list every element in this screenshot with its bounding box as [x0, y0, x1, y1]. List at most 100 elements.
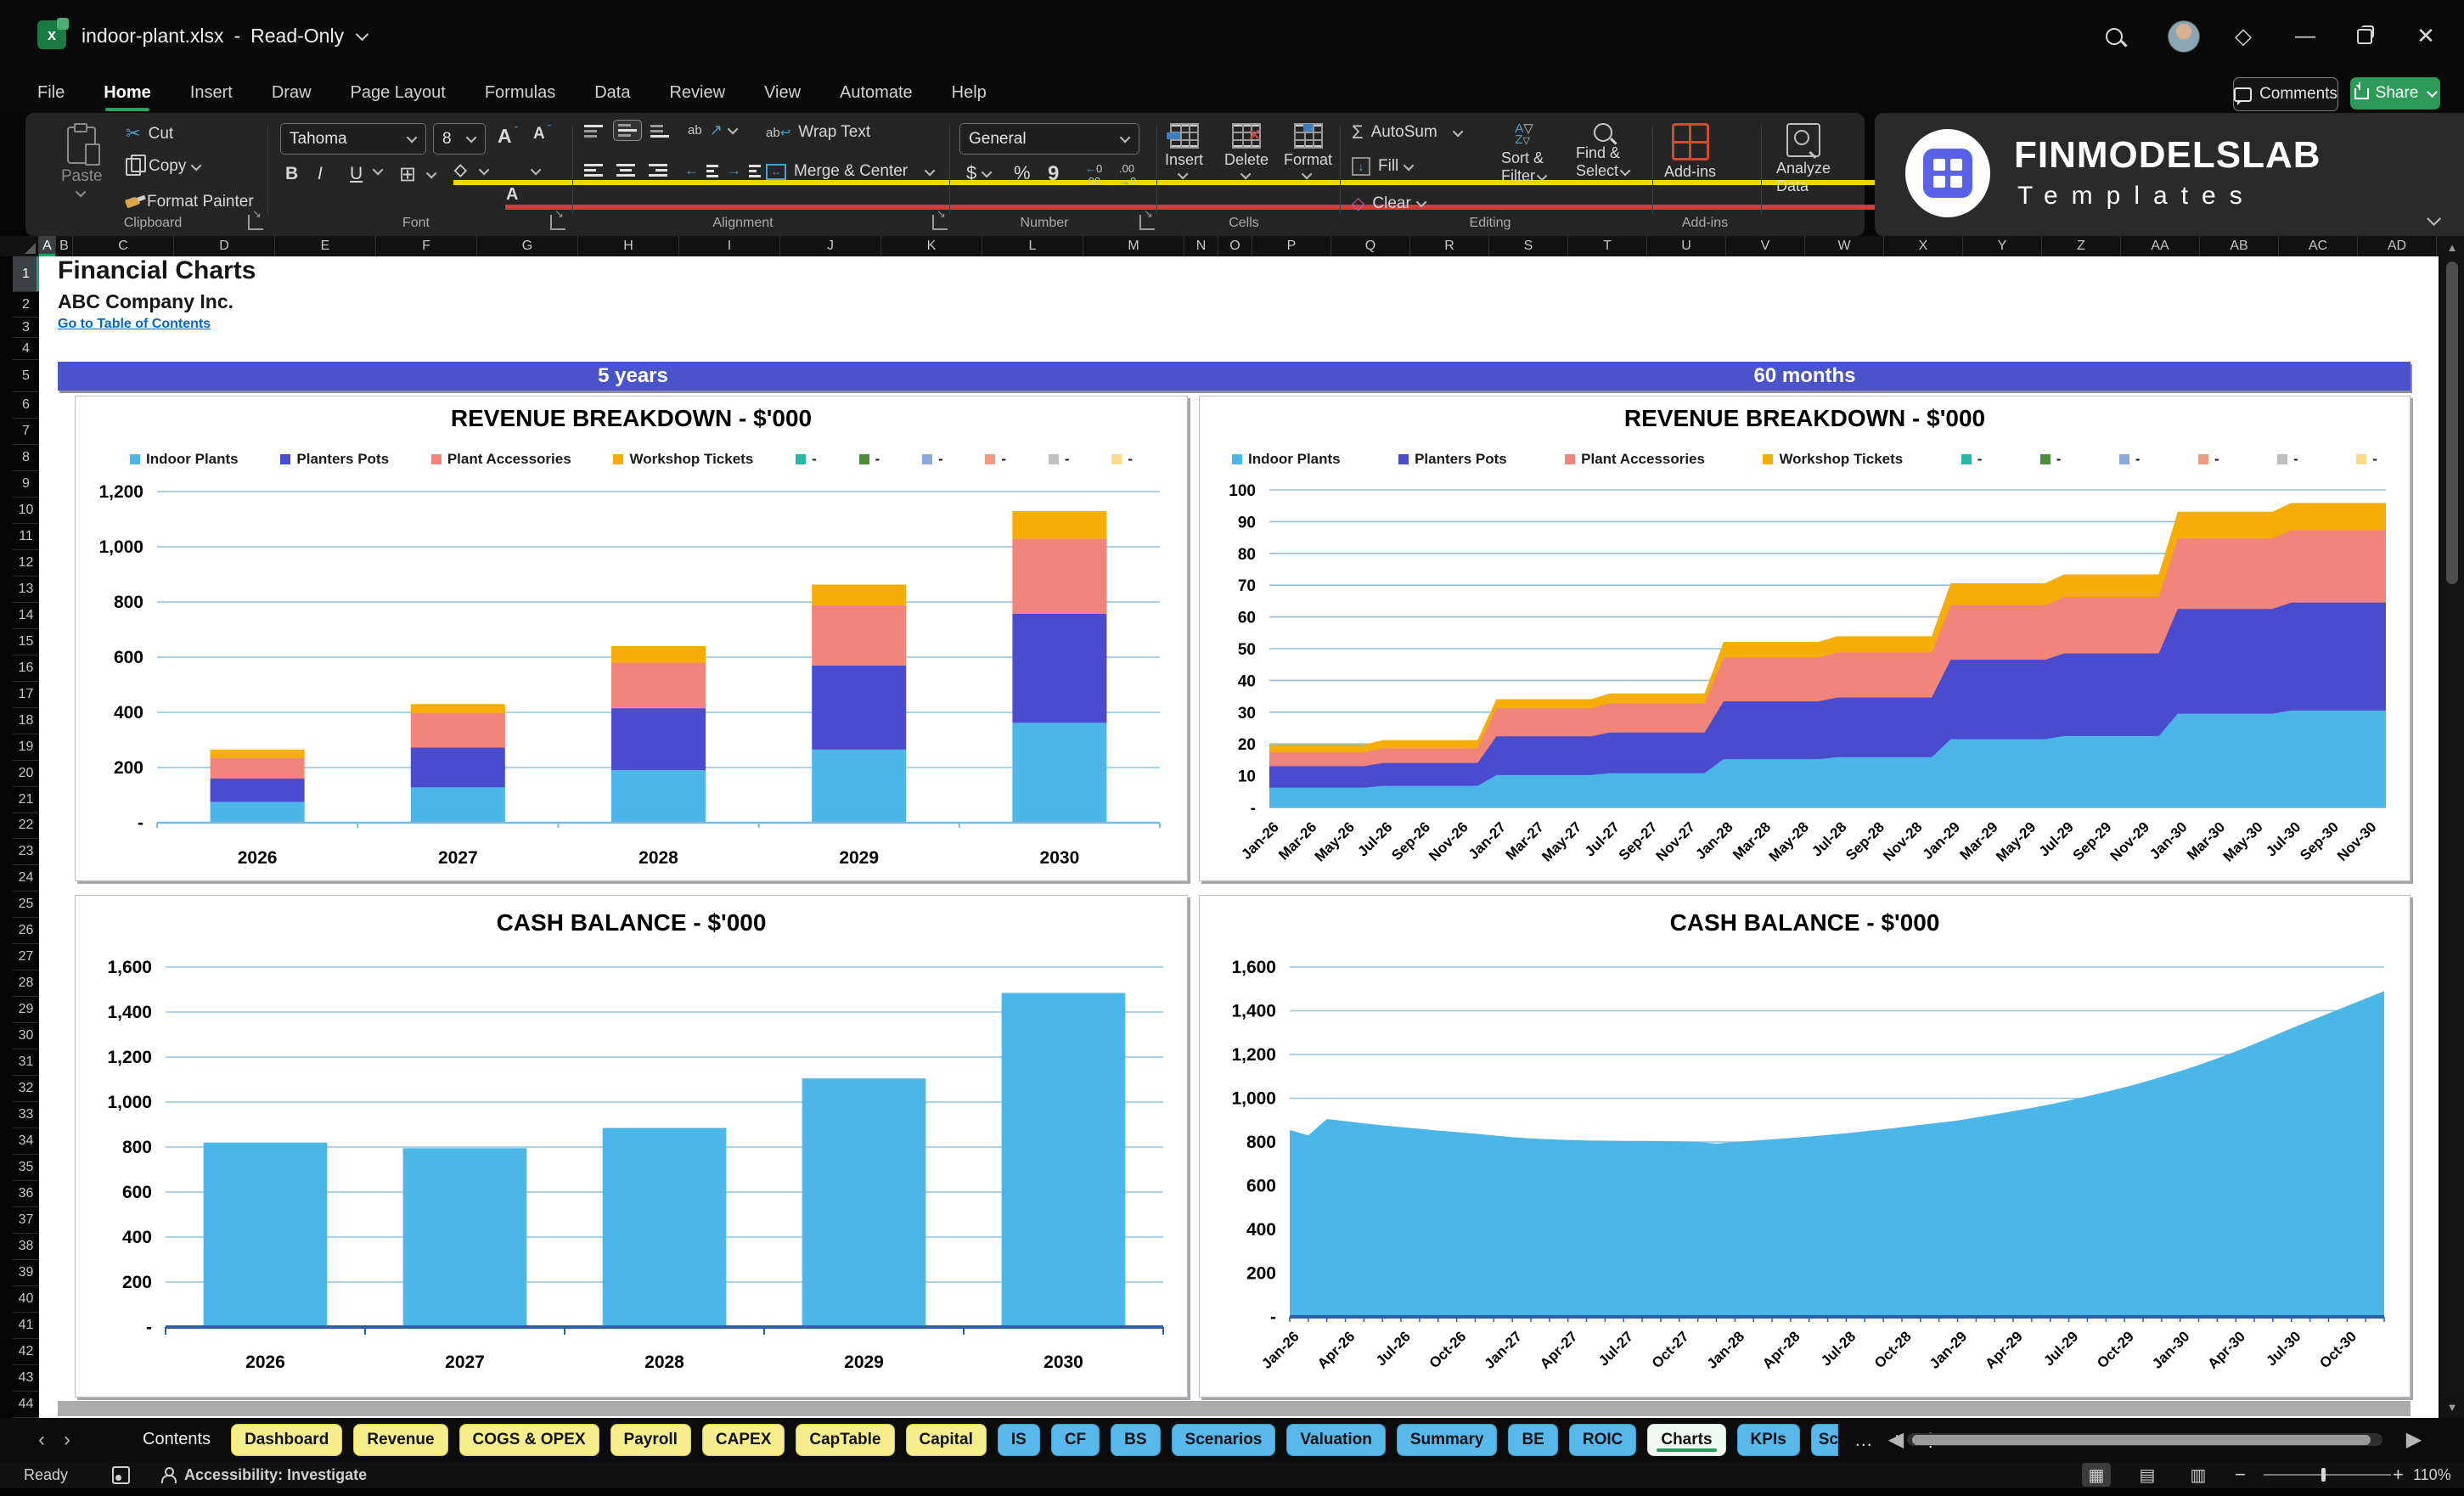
increase-font-button[interactable]: Aˆ [498, 125, 518, 148]
sheet-tab-summary[interactable]: Summary [1397, 1424, 1498, 1456]
font-name-select[interactable]: Tahoma [280, 123, 426, 155]
menu-tab-automate[interactable]: Automate [840, 83, 913, 103]
align-left-button[interactable] [584, 164, 603, 177]
column-header-AA[interactable]: AA [2121, 236, 2200, 256]
column-header-E[interactable]: E [275, 236, 376, 256]
sheet-tab-capex[interactable]: CAPEX [702, 1424, 785, 1456]
copy-button[interactable]: Copy [126, 157, 201, 176]
row-header-30[interactable]: 30 [13, 1023, 39, 1049]
row-header-4[interactable]: 4 [13, 338, 39, 360]
row-header-17[interactable]: 17 [13, 682, 39, 708]
sheet-tab-cf[interactable]: CF [1051, 1424, 1100, 1456]
row-header-8[interactable]: 8 [13, 445, 39, 471]
next-sheet-icon[interactable]: › [54, 1428, 80, 1452]
row-header-24[interactable]: 24 [13, 865, 39, 891]
menu-tab-insert[interactable]: Insert [190, 83, 233, 103]
close-button[interactable]: ✕ [2408, 0, 2444, 72]
sheet-tab-scenarios[interactable]: Scenarios [1172, 1424, 1276, 1456]
analyze-data-button[interactable]: AnalyzeData [1776, 123, 1831, 195]
chart-panel-1[interactable]: REVENUE BREAKDOWN - $'000 Indoor PlantsP… [75, 396, 1188, 881]
sheet-tab-sc[interactable]: Sc [1811, 1424, 1838, 1456]
addins-button[interactable]: Add-ins [1664, 123, 1716, 181]
decrease-font-button[interactable]: Aˇ [533, 125, 551, 143]
column-header-B[interactable]: B [56, 236, 73, 256]
row-header-23[interactable]: 23 [13, 839, 39, 865]
font-dialog-launcher[interactable] [550, 215, 565, 230]
row-header-41[interactable]: 41 [13, 1313, 39, 1339]
macro-record-icon[interactable] [112, 1466, 130, 1484]
worksheet[interactable]: Financial Charts ABC Company Inc. Go to … [39, 256, 2439, 1418]
align-middle-button[interactable] [613, 120, 642, 141]
number-format-select[interactable]: General [959, 123, 1139, 155]
column-header-S[interactable]: S [1489, 236, 1568, 256]
menu-tab-file[interactable]: File [37, 83, 65, 103]
gem-icon[interactable]: ◇ [2226, 0, 2260, 72]
row-header-35[interactable]: 35 [13, 1155, 39, 1181]
currency-button[interactable]: $ [966, 162, 992, 184]
chart-panel-2[interactable]: REVENUE BREAKDOWN - $'000 Indoor PlantsP… [1199, 396, 2411, 881]
column-header-Q[interactable]: Q [1331, 236, 1410, 256]
view-break-icon[interactable]: ▥ [2184, 1463, 2213, 1487]
row-header-33[interactable]: 33 [13, 1102, 39, 1128]
alignment-dialog-launcher[interactable] [932, 215, 948, 230]
increase-decimal-button[interactable]: ←0.00 [1085, 162, 1102, 188]
zoom-level[interactable]: 110% [2413, 1466, 2451, 1484]
scroll-left-icon[interactable]: ◀ [1883, 1427, 1909, 1452]
decrease-decimal-button[interactable]: .00→0 [1119, 162, 1136, 188]
scroll-up-icon[interactable]: ▲ [2440, 238, 2464, 256]
share-button[interactable]: Share [2350, 77, 2440, 110]
row-header-39[interactable]: 39 [13, 1260, 39, 1286]
row-header-37[interactable]: 37 [13, 1207, 39, 1234]
column-header-W[interactable]: W [1805, 236, 1884, 256]
zoom-out-icon[interactable]: − [2235, 1464, 2246, 1486]
row-header-36[interactable]: 36 [13, 1181, 39, 1207]
row-header-44[interactable]: 44 [13, 1392, 39, 1418]
scroll-down-icon[interactable]: ▼ [2440, 1398, 2464, 1416]
horizontal-scrollbar[interactable] [1907, 1433, 2382, 1446]
sheet-tab-contents[interactable]: Contents [143, 1430, 211, 1449]
format-cells-button[interactable]: Format [1284, 123, 1332, 179]
zoom-slider-thumb[interactable] [2321, 1468, 2326, 1482]
collapse-ribbon-button[interactable] [2430, 214, 2440, 229]
chevron-down-icon[interactable] [356, 28, 369, 42]
row-header-2[interactable]: 2 [13, 292, 39, 318]
underline-options[interactable] [375, 167, 383, 175]
column-header-Y[interactable]: Y [1963, 236, 2042, 256]
menu-tab-home[interactable]: Home [104, 83, 151, 103]
menu-tab-view[interactable]: View [764, 83, 801, 103]
row-header-9[interactable]: 9 [13, 471, 39, 498]
view-normal-icon[interactable]: ▦ [2082, 1463, 2111, 1487]
row-header-32[interactable]: 32 [13, 1076, 39, 1102]
column-header-R[interactable]: R [1410, 236, 1489, 256]
row-header-5[interactable]: 5 [13, 360, 39, 392]
fill-button[interactable]: ↓ Fill [1352, 157, 1414, 176]
row-header-18[interactable]: 18 [13, 708, 39, 734]
row-header-43[interactable]: 43 [13, 1365, 39, 1392]
underline-button[interactable]: U [350, 164, 363, 184]
prev-sheet-icon[interactable]: ‹ [29, 1428, 54, 1452]
table-of-contents-link[interactable]: Go to Table of Contents [58, 317, 211, 332]
column-header-AC[interactable]: AC [2279, 236, 2358, 256]
scroll-right-icon[interactable]: ▶ [2401, 1427, 2427, 1452]
comments-button[interactable]: Comments [2233, 77, 2338, 111]
sheet-tab-kpis[interactable]: KPIs [1737, 1424, 1800, 1456]
row-header-12[interactable]: 12 [13, 550, 39, 576]
column-header-N[interactable]: N [1184, 236, 1218, 256]
sheet-tab-is[interactable]: IS [998, 1424, 1040, 1456]
vertical-scroll-thumb[interactable] [2446, 262, 2458, 584]
row-header-19[interactable]: 19 [13, 734, 39, 761]
row-header-25[interactable]: 25 [13, 891, 39, 918]
column-header-V[interactable]: V [1726, 236, 1805, 256]
number-dialog-launcher[interactable] [1139, 215, 1155, 230]
menu-tab-review[interactable]: Review [669, 83, 725, 103]
sheet-tab-roic[interactable]: ROIC [1569, 1424, 1637, 1456]
search-icon[interactable] [2097, 0, 2131, 72]
column-header-G[interactable]: G [477, 236, 578, 256]
sheet-tab-charts[interactable]: Charts [1647, 1424, 1725, 1456]
menu-tab-formulas[interactable]: Formulas [485, 83, 555, 103]
column-header-AD[interactable]: AD [2358, 236, 2437, 256]
borders-button[interactable]: ⊞ [399, 162, 436, 187]
comma-style-button[interactable]: 9 [1048, 162, 1059, 186]
column-header-L[interactable]: L [982, 236, 1083, 256]
delete-cells-button[interactable]: Delete [1224, 123, 1269, 179]
